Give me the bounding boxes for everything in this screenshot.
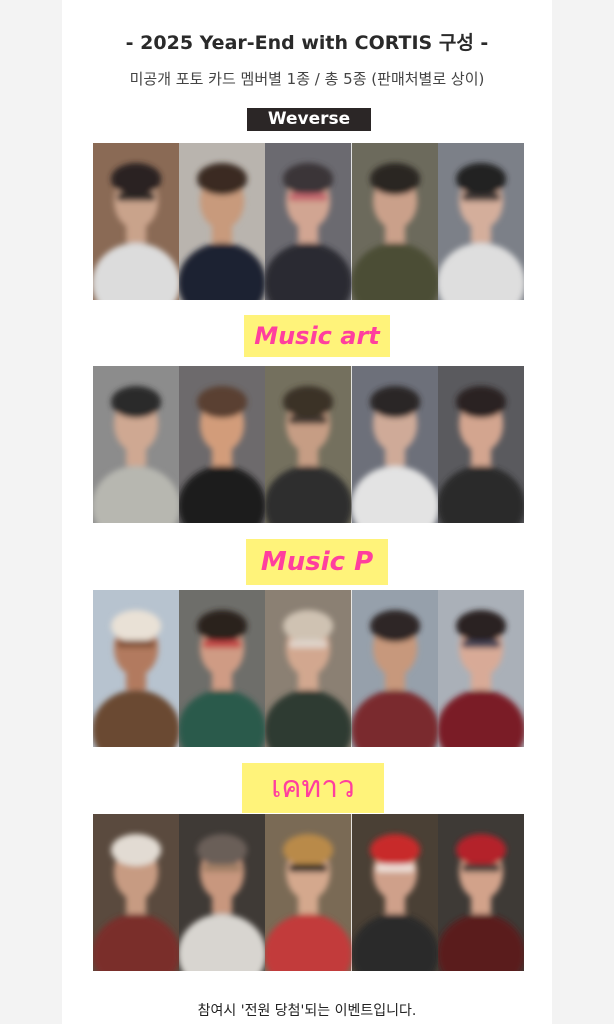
photocard: [351, 590, 438, 747]
section-label-music-p: Music P: [246, 539, 388, 585]
photo-row-weverse: [93, 143, 524, 300]
photocard: [351, 366, 438, 523]
photocard: [93, 366, 180, 523]
photo-row-music-art: [93, 366, 524, 523]
photocard: [265, 814, 352, 971]
photocard: [265, 143, 352, 300]
section-label-music-art: Music art: [244, 315, 390, 357]
photocard: [179, 590, 266, 747]
photocard: [93, 590, 180, 747]
photocard: [437, 366, 524, 523]
photocard: [437, 590, 524, 747]
page-title: - 2025 Year-End with CORTIS 구성 -: [125, 32, 489, 54]
photocard: [265, 366, 352, 523]
photocard: [437, 814, 524, 971]
photocard: [265, 590, 352, 747]
photo-row-thai: [93, 814, 524, 971]
photocard: [93, 143, 180, 300]
photocard: [351, 814, 438, 971]
section-label-thai: เคทาว: [242, 763, 384, 813]
photocard: [437, 143, 524, 300]
photo-row-music-p: [93, 590, 524, 747]
section-label-weverse: Weverse: [247, 108, 371, 131]
photocard: [179, 143, 266, 300]
page-subtitle: 미공개 포토 카드 멤버별 1종 / 총 5종 (판매처별로 상이): [129, 70, 485, 88]
footer-note: 참여시 '전원 당첨'되는 이벤트입니다.: [197, 1003, 417, 1019]
photocard: [93, 814, 180, 971]
photocard: [179, 814, 266, 971]
photocard: [351, 143, 438, 300]
photocard: [179, 366, 266, 523]
